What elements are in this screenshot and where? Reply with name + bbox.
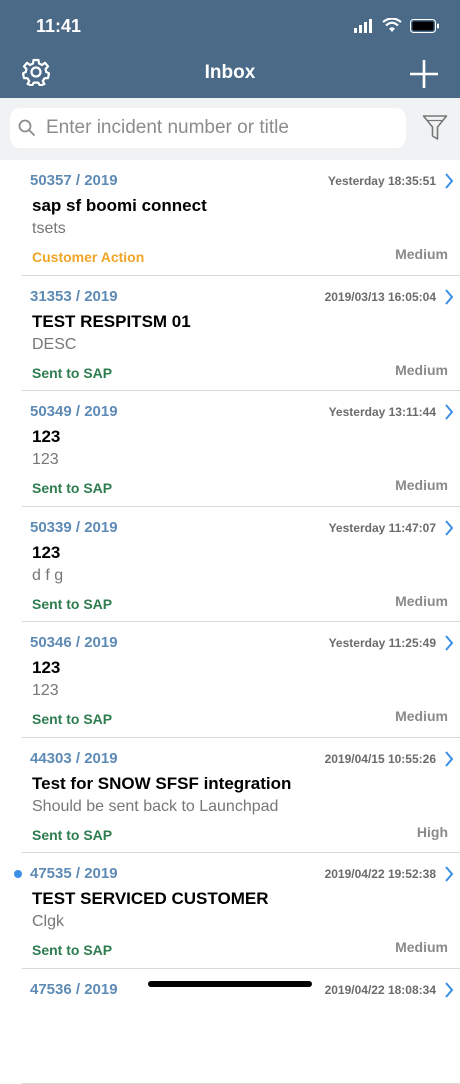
incident-date: 2019/04/22 19:52:38 — [325, 867, 436, 881]
incident-number: 31353 / 2019 — [30, 288, 118, 305]
unread-dot — [14, 870, 22, 878]
filter-icon[interactable] — [422, 114, 448, 142]
status-label: Sent to SAP — [32, 942, 112, 958]
incident-title: Test for SNOW SFSF integration — [32, 774, 291, 794]
status-icons — [354, 18, 440, 33]
priority-label: Medium — [395, 246, 448, 262]
incident-date: Yesterday 13:11:44 — [329, 405, 436, 419]
incident-description: Clgk — [32, 913, 64, 931]
list-item[interactable]: 50349 / 2019 Yesterday 13:11:44 123 123 … — [22, 391, 460, 507]
nav-header: 11:41 Inbox — [0, 0, 460, 98]
incident-description: DESC — [32, 336, 76, 354]
incident-number: 50357 / 2019 — [30, 172, 118, 189]
chevron-right-icon — [444, 634, 454, 652]
status-label: Sent to SAP — [32, 711, 112, 727]
list-item[interactable]: 50346 / 2019 Yesterday 11:25:49 123 123 … — [22, 622, 460, 738]
page-title: Inbox — [0, 62, 460, 84]
incident-description: d f g — [32, 567, 63, 585]
priority-label: Medium — [395, 477, 448, 493]
search-icon — [18, 119, 36, 137]
wifi-icon — [382, 18, 402, 33]
priority-label: High — [417, 824, 448, 840]
incident-date: Yesterday 11:47:07 — [329, 521, 436, 535]
chevron-right-icon — [444, 172, 454, 190]
add-incident-icon[interactable] — [408, 58, 440, 90]
incident-description: Should be sent back to Launchpad — [32, 798, 278, 816]
incident-date: 2019/04/22 18:08:34 — [325, 983, 436, 997]
chevron-right-icon — [444, 403, 454, 421]
status-time: 11:41 — [36, 16, 81, 37]
status-label: Sent to SAP — [32, 596, 112, 612]
incident-number: 44303 / 2019 — [30, 750, 118, 767]
incident-date: Yesterday 18:35:51 — [328, 174, 436, 188]
battery-icon — [410, 19, 440, 33]
chevron-right-icon — [444, 288, 454, 306]
incident-number: 47536 / 2019 — [30, 981, 118, 998]
list-item[interactable]: 47535 / 2019 2019/04/22 19:52:38 TEST SE… — [22, 853, 460, 969]
status-label: Sent to SAP — [32, 827, 112, 843]
signal-icon — [354, 19, 374, 33]
chevron-right-icon — [444, 750, 454, 768]
list-item[interactable]: 44303 / 2019 2019/04/15 10:55:26 Test fo… — [22, 738, 460, 854]
incident-description: tsets — [32, 220, 66, 238]
incident-number: 50339 / 2019 — [30, 519, 118, 536]
priority-label: Medium — [395, 708, 448, 724]
search-box[interactable] — [10, 108, 406, 148]
incident-title: sap sf boomi connect — [32, 196, 207, 216]
search-bar-area — [0, 98, 460, 160]
status-label: Sent to SAP — [32, 365, 112, 381]
priority-label: Medium — [395, 939, 448, 955]
status-label: Customer Action — [32, 249, 144, 265]
list-item[interactable]: 31353 / 2019 2019/03/13 16:05:04 TEST RE… — [22, 276, 460, 392]
list-item[interactable]: 50357 / 2019 Yesterday 18:35:51 sap sf b… — [22, 160, 460, 276]
incident-number: 50349 / 2019 — [30, 403, 118, 420]
incident-date: 2019/03/13 16:05:04 — [325, 290, 436, 304]
incident-number: 47535 / 2019 — [30, 865, 118, 882]
incident-description: 123 — [32, 682, 59, 700]
incident-list: 50357 / 2019 Yesterday 18:35:51 sap sf b… — [0, 160, 460, 1084]
home-indicator[interactable] — [148, 981, 312, 987]
chevron-right-icon — [444, 519, 454, 537]
list-item[interactable]: 50339 / 2019 Yesterday 11:47:07 123 d f … — [22, 507, 460, 623]
incident-title: TEST SERVICED CUSTOMER — [32, 889, 268, 909]
priority-label: Medium — [395, 362, 448, 378]
search-input[interactable] — [44, 116, 388, 140]
incident-number: 50346 / 2019 — [30, 634, 118, 651]
incident-description: 123 — [32, 451, 59, 469]
status-label: Sent to SAP — [32, 480, 112, 496]
incident-date: 2019/04/15 10:55:26 — [325, 752, 436, 766]
priority-label: Medium — [395, 593, 448, 609]
incident-title: TEST RESPITSM 01 — [32, 312, 191, 332]
incident-title: 123 — [32, 658, 60, 678]
incident-date: Yesterday 11:25:49 — [329, 636, 436, 650]
incident-title: 123 — [32, 543, 60, 563]
chevron-right-icon — [444, 865, 454, 883]
incident-title: 123 — [32, 427, 60, 447]
